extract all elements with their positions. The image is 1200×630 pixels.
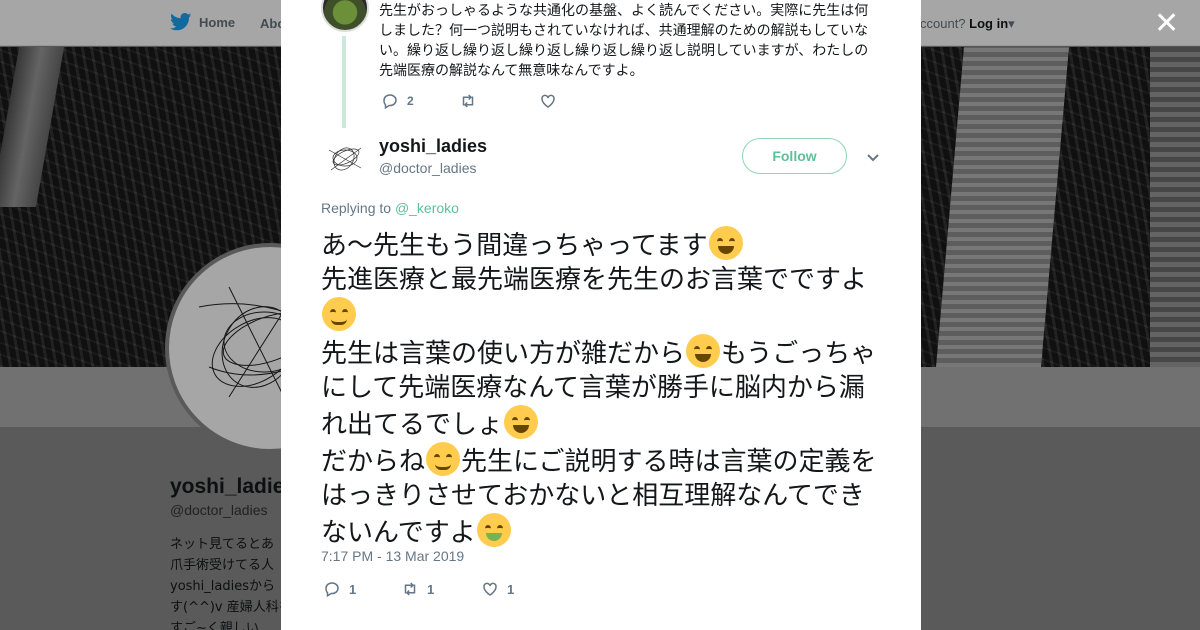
retweet-icon: [462, 94, 474, 108]
replying-to: Replying to @_keroko: [321, 200, 459, 216]
reply-icon: [383, 94, 397, 110]
reply-count: 2: [407, 94, 414, 108]
like-button[interactable]: 1: [481, 580, 514, 598]
author-avatar[interactable]: [321, 136, 369, 184]
parent-author-avatar[interactable]: [321, 0, 369, 32]
tweet-line: だからね: [321, 447, 426, 477]
laughing-emoji-icon: [686, 334, 721, 368]
reply-button[interactable]: 2: [381, 92, 459, 110]
retweet-count: 1: [427, 581, 435, 597]
like-button[interactable]: [539, 92, 565, 110]
joy-emoji-icon: [708, 226, 743, 260]
money-mouth-emoji-icon: [476, 513, 511, 547]
replying-to-link[interactable]: @_keroko: [395, 200, 459, 216]
retweet-button[interactable]: [459, 92, 539, 110]
thread-connector-line: [342, 36, 346, 128]
tweet-modal: 先生がおっしゃるような共通化の基盤、よく読んでください。実際に先生は何しました？…: [281, 0, 921, 630]
heart-icon: [483, 582, 497, 596]
tweet-actions: 1 1 1: [323, 580, 514, 598]
author-handle[interactable]: @doctor_ladies: [379, 160, 477, 176]
author-name[interactable]: yoshi_ladies: [379, 136, 487, 157]
parent-tweet-actions: 2: [381, 92, 565, 110]
close-icon[interactable]: ✕: [1154, 9, 1179, 39]
scribble-avatar-image: [328, 147, 362, 171]
chevron-down-icon[interactable]: [865, 149, 881, 165]
replying-prefix: Replying to: [321, 200, 392, 216]
blush-emoji-icon: [322, 297, 356, 331]
retweet-button[interactable]: 1: [401, 580, 481, 598]
parent-tweet-text: 先生がおっしゃるような共通化の基盤、よく読んでください。実際に先生は何しました？…: [379, 3, 869, 79]
relieved-emoji-icon: [426, 442, 461, 476]
tweet-text: あ～先生もう間違っちゃってます 先進医療と最先端医療を先生のお言葉でですよ 先生…: [321, 226, 886, 550]
tweet-timestamp[interactable]: 7:17 PM - 13 Mar 2019: [321, 548, 464, 564]
tweet-line: 先生は言葉の使い方が雑だから: [321, 339, 686, 369]
like-count: 1: [507, 581, 515, 597]
tweet-line: あ～先生もう間違っちゃってます: [321, 231, 708, 261]
tweet-line: 先進医療と最先端医療を先生のお言葉でですよ: [321, 265, 868, 295]
heart-icon: [541, 94, 555, 108]
reply-count: 1: [349, 581, 357, 597]
reply-button[interactable]: 1: [323, 580, 401, 598]
grin-emoji-icon: [504, 405, 539, 439]
reply-icon: [325, 582, 339, 598]
follow-button[interactable]: Follow: [742, 138, 847, 174]
retweet-icon: [404, 582, 416, 596]
